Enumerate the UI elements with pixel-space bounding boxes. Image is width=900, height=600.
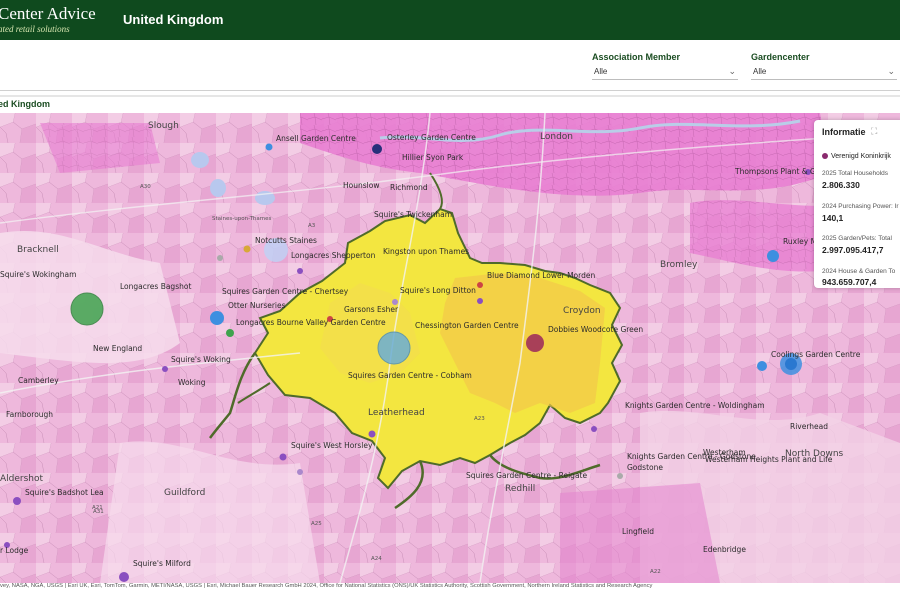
place-label: Bromley [660, 260, 698, 270]
place-label: Staines-upon-Thames [212, 216, 272, 222]
garden-centre-label: Blue Diamond Lower Morden [487, 271, 595, 280]
divider [0, 95, 900, 97]
metric-value: 2.806.330 [822, 180, 860, 190]
place-label: Godstone [627, 463, 663, 472]
road-label: A25 [311, 521, 322, 527]
garden-centre-label: Squire's West Horsley [291, 441, 373, 450]
garden-centre-label: Ansell Garden Centre [276, 134, 356, 143]
association-member-label: Association Member [592, 52, 681, 62]
place-label: Kingston upon Thames [383, 247, 469, 256]
garden-centre-label: Squire's Wokingham [0, 270, 76, 279]
place-label: Farnborough [6, 410, 53, 419]
place-label: London [540, 132, 573, 142]
place-label: Aldershot [0, 474, 44, 484]
gardencenter-select[interactable]: Alle ⌄ [751, 65, 897, 80]
metric-value: 943.659.707,4 [822, 277, 877, 287]
garden-centre-label: Otter Nurseries [228, 301, 286, 310]
map-section-title: ed Kingdom [0, 99, 50, 109]
app-header: Center Advice ated retail solutions Unit… [0, 0, 900, 40]
place-label: Riverhead [790, 422, 828, 431]
place-label: Edenbridge [703, 545, 746, 554]
metric-value: 140,1 [822, 213, 844, 223]
road-label: A24 [371, 556, 382, 562]
brand-logo-text: Center Advice [0, 4, 96, 23]
place-label: Woking [178, 378, 206, 387]
metric-value: 2.997.095.417,7 [822, 245, 884, 255]
garden-centre-label: Chessington Garden Centre [415, 321, 519, 330]
place-label: Bracknell [17, 245, 59, 255]
garden-centre-label: Westerham Heights Plant and Life [705, 455, 833, 464]
garden-centre-label: r Lodge [0, 546, 29, 555]
road-label: A21 [92, 505, 103, 511]
garden-centre-label: Squires Garden Centre - Reigate [466, 471, 587, 480]
garden-centre-label: Squires Garden Centre - Chertsey [222, 287, 349, 296]
place-label: Lingfield [622, 527, 654, 536]
garden-centre-label: Squire's Badshot Lea [25, 488, 104, 497]
association-member-value: Alle [594, 67, 608, 76]
metric-label: 2024 House & Garden To [822, 268, 896, 275]
place-label: Hounslow [343, 181, 379, 190]
map-attribution: vey, NASA, NGA, USGS | Esri UK, Esri, To… [0, 583, 900, 592]
gardencenter-value: Alle [753, 67, 767, 76]
brand-tagline: ated retail solutions [0, 24, 70, 34]
country-row: Verenigd Koninkrijk [822, 153, 891, 160]
map-svg: Slough London Hounslow Richmond Staines-… [0, 113, 900, 583]
road-label: A3 [308, 223, 316, 229]
garden-centre-label: Squire's Woking [171, 355, 231, 364]
garden-centre-label: Squire's Long Ditton [400, 286, 476, 295]
place-label: Croydon [563, 306, 601, 316]
road-label: A30 [140, 184, 151, 190]
gardencenter-filter: Gardencenter Alle ⌄ [751, 52, 897, 80]
place-label: Richmond [390, 183, 428, 192]
focus-mode-icon[interactable]: ⛶ [871, 126, 877, 137]
garden-centre-label: Squires Garden Centre - Cobham [348, 371, 472, 380]
place-label: Camberley [18, 376, 59, 385]
country-name: Verenigd Koninkrijk [831, 153, 891, 160]
garden-centre-label: Hillier Syon Park [402, 153, 464, 162]
garden-centre-label: Dobbies Woodcote Green [548, 325, 643, 334]
garden-centre-label: Longacres Bourne Valley Garden Centre [236, 318, 386, 327]
place-label: Leatherhead [368, 408, 425, 418]
chevron-down-icon: ⌄ [887, 66, 895, 76]
road-label: A22 [650, 569, 661, 575]
garden-centre-label: Osterley Garden Centre [387, 133, 476, 142]
flag-icon [822, 153, 828, 160]
place-label: New England [93, 344, 142, 353]
gardencenter-label: Gardencenter [751, 52, 810, 62]
place-label: Slough [148, 121, 179, 131]
association-member-select[interactable]: Alle ⌄ [592, 65, 738, 80]
association-member-filter: Association Member Alle ⌄ [592, 52, 738, 80]
garden-centre-label: Coolings Garden Centre [771, 350, 861, 359]
map-canvas[interactable]: Slough London Hounslow Richmond Staines-… [0, 113, 900, 583]
garden-centre-label: Garsons Esher [344, 305, 399, 314]
garden-centre-label: Longacres Shepperton [291, 251, 376, 260]
info-panel: Informatie ⛶ Verenigd Koninkrijk 2025 To… [814, 120, 900, 288]
garden-centre-label: Notcutts Staines [255, 236, 317, 245]
garden-centre-label: Knights Garden Centre - Woldingham [625, 401, 765, 410]
info-panel-title: Informatie [822, 127, 866, 137]
filter-bar: Association Member Alle ⌄ Gardencenter A… [0, 40, 900, 91]
metric-label: 2025 Garden/Pets: Total [822, 235, 892, 242]
garden-centre-label: Squire's Twickenham [374, 210, 452, 219]
place-label: Guildford [164, 488, 205, 498]
place-label: Redhill [505, 484, 535, 494]
metric-label: 2024 Purchasing Power: Ir [822, 203, 899, 210]
garden-centre-label: Squire's Milford [133, 559, 191, 568]
metric-label: 2025 Total Households [822, 170, 889, 177]
road-label: A23 [474, 416, 485, 422]
garden-centre-label: Longacres Bagshot [120, 282, 191, 291]
page-title: United Kingdom [123, 12, 224, 27]
chevron-down-icon: ⌄ [728, 66, 736, 76]
